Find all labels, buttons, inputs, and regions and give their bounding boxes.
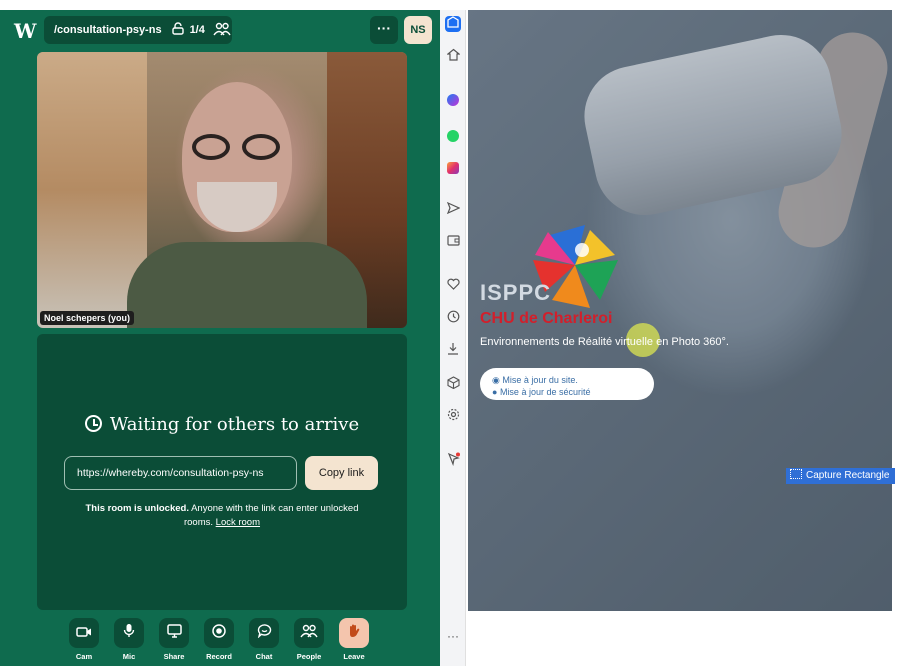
heart-icon[interactable]	[445, 278, 461, 294]
unlock-icon	[171, 22, 184, 38]
room-info-pill[interactable]: /consultation-psy-ns 1/4	[44, 16, 232, 44]
update-info-box[interactable]: ◉ Mise à jour du site. ● Mise à jour de …	[480, 368, 654, 400]
unlock-notice-text: Anyone with the link can enter unlocked …	[183, 503, 359, 528]
cube-icon[interactable]	[445, 376, 461, 392]
info-bullet-icon: ●	[492, 387, 500, 397]
capture-rectangle-icon	[790, 469, 802, 479]
copy-link-button[interactable]: Copy link	[305, 456, 378, 490]
unlock-notice-bold: This room is unlocked.	[85, 503, 189, 514]
lock-room-link[interactable]: Lock room	[216, 517, 260, 528]
participant-count: 1/4	[189, 24, 205, 36]
brand-name: ISPPC	[480, 280, 552, 305]
download-icon[interactable]	[445, 342, 461, 358]
unlock-notice: This room is unlocked. Anyone with the l…	[77, 502, 367, 530]
whatsapp-icon[interactable]	[445, 128, 461, 144]
sidebar-more-icon[interactable]: ···	[445, 628, 461, 644]
browser-sidebar: ···	[440, 10, 466, 666]
waiting-panel: Waiting for others to arrive https://whe…	[37, 334, 407, 610]
eye-icon: ◉	[492, 375, 503, 385]
video-person-glasses	[192, 134, 282, 160]
wave-icon[interactable]	[339, 618, 369, 648]
instagram-icon[interactable]	[445, 160, 461, 176]
leave-control[interactable]: Leave	[336, 618, 372, 661]
screen-share-icon[interactable]	[159, 618, 189, 648]
chat-icon[interactable]	[249, 618, 279, 648]
capture-rectangle-tooltip[interactable]: Capture Rectangle	[786, 468, 896, 484]
wallet-icon[interactable]	[445, 234, 461, 250]
cam-control[interactable]: Cam	[66, 618, 102, 661]
people-icon	[213, 22, 231, 39]
screen: W /consultation-psy-ns 1/4 ··· NS Noel s…	[0, 0, 898, 666]
whereby-topbar: W /consultation-psy-ns 1/4 ··· NS	[0, 10, 440, 50]
whereby-logo[interactable]: W	[14, 19, 36, 43]
blank-area	[468, 611, 892, 666]
record-icon[interactable]	[204, 618, 234, 648]
mic-icon[interactable]	[114, 618, 144, 648]
history-icon[interactable]	[445, 310, 461, 326]
chat-control[interactable]: Chat	[246, 618, 282, 661]
room-path: /consultation-psy-ns	[54, 24, 162, 36]
waiting-title: Waiting for others to arrive	[37, 414, 407, 435]
messenger-icon[interactable]	[445, 92, 461, 108]
record-control[interactable]: Record	[201, 618, 237, 661]
people-icon[interactable]	[294, 618, 324, 648]
more-options-button[interactable]: ···	[370, 16, 398, 44]
pin-icon[interactable]	[445, 452, 461, 468]
self-name-tag: Noel schepers (you)	[40, 311, 135, 325]
camera-icon[interactable]	[69, 618, 99, 648]
hospital-name: CHU de Charleroi	[480, 310, 613, 327]
call-controls: Cam Mic Share Record Chat People Leave	[66, 618, 376, 666]
settings-icon[interactable]	[445, 408, 461, 424]
self-video-tile[interactable]: Noel schepers (you)	[37, 52, 407, 328]
browser-home-icon[interactable]	[445, 16, 461, 32]
video-person-shirt	[127, 242, 367, 328]
site-tagline: Environnements de Réalité virtuelle en P…	[480, 336, 729, 348]
share-control[interactable]: Share	[156, 618, 192, 661]
top-edge	[0, 0, 898, 10]
send-icon[interactable]	[445, 201, 461, 218]
room-link-field[interactable]: https://whereby.com/consultation-psy-ns	[64, 456, 297, 490]
house-icon[interactable]	[445, 48, 461, 64]
website-view: ISPPC CHU de Charleroi Environnements de…	[468, 10, 892, 611]
people-control[interactable]: People	[291, 618, 327, 661]
clock-icon	[84, 415, 102, 432]
mic-control[interactable]: Mic	[111, 618, 147, 661]
whereby-panel: W /consultation-psy-ns 1/4 ··· NS Noel s…	[0, 10, 440, 666]
user-avatar[interactable]: NS	[404, 16, 432, 44]
